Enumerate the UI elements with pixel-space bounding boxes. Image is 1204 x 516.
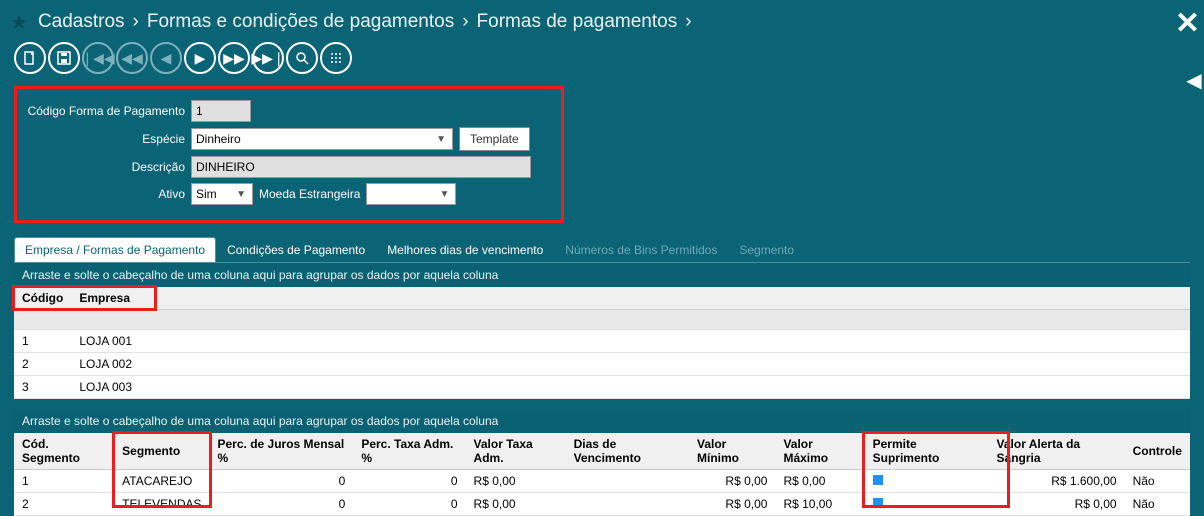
cell-diasvenc	[566, 493, 689, 516]
grid2-col-valortaxa[interactable]: Valor Taxa Adm.	[466, 433, 566, 470]
detail-tabs: Empresa / Formas de Pagamento Condições …	[14, 237, 1190, 263]
cell-taxaadm: 0	[353, 470, 465, 493]
ativo-select[interactable]: Sim ▼	[191, 183, 253, 205]
table-row[interactable]: 1 LOJA 001	[14, 330, 1190, 353]
last-button[interactable]: ▶▶❘	[252, 42, 284, 74]
especie-value: Dinheiro	[196, 132, 241, 146]
cell-valmax: R$ 10,00	[775, 493, 864, 516]
cell-empresa: LOJA 001	[71, 330, 1190, 353]
tab-empresa-formas[interactable]: Empresa / Formas de Pagamento	[14, 237, 216, 262]
checkbox-icon[interactable]	[873, 475, 883, 485]
breadcrumb: Cadastros › Formas e condições de pagame…	[38, 11, 696, 33]
chevron-down-icon: ▼	[232, 189, 250, 200]
table-row[interactable]: 1 ATACAREJO 0 0 R$ 0,00 R$ 0,00 R$ 0,00 …	[14, 470, 1190, 493]
grid2-col-juros[interactable]: Perc. de Juros Mensal %	[210, 433, 354, 470]
moeda-select[interactable]: ▼	[366, 183, 456, 205]
search-button[interactable]	[286, 42, 318, 74]
close-icon[interactable]: ✕	[1175, 6, 1200, 41]
codigo-field[interactable]	[191, 100, 251, 122]
descricao-field[interactable]	[191, 156, 531, 178]
cell-valortaxa: R$ 0,00	[466, 493, 566, 516]
tab-melhores-dias[interactable]: Melhores dias de vencimento	[376, 237, 554, 262]
grid2-col-codseg[interactable]: Cód. Segmento	[14, 433, 114, 470]
cell-codigo: 1	[14, 330, 71, 353]
cell-segmento: ATACAREJO	[114, 470, 209, 493]
cell-controle: Não	[1125, 470, 1190, 493]
especie-label: Espécie	[23, 132, 191, 146]
cell-codseg: 2	[14, 493, 114, 516]
cell-permitesup[interactable]	[865, 470, 989, 493]
record-toolbar: ❘◀◀ ◀◀ ◀ ▶ ▶▶ ▶▶❘	[0, 38, 1204, 82]
next-button[interactable]: ▶	[184, 42, 216, 74]
especie-select[interactable]: Dinheiro ▼	[191, 128, 453, 150]
chevron-down-icon: ▼	[432, 134, 450, 145]
table-row[interactable]: 2 LOJA 002	[14, 353, 1190, 376]
grid-empresas: Arraste e solte o cabeçalho de uma colun…	[14, 263, 1190, 399]
chevron-right-icon: ›	[133, 11, 139, 33]
cell-sangria: R$ 1.600,00	[989, 470, 1125, 493]
descricao-label: Descrição	[23, 160, 191, 174]
favorite-star-icon[interactable]: ★	[10, 10, 28, 35]
template-button[interactable]: Template	[459, 127, 530, 151]
cell-permitesup[interactable]	[865, 493, 989, 516]
next-page-button[interactable]: ▶▶	[218, 42, 250, 74]
tab-condicoes[interactable]: Condições de Pagamento	[216, 237, 376, 262]
form-panel: Código Forma de Pagamento Espécie Dinhei…	[14, 86, 564, 223]
table-row[interactable]: 2 TELEVENDAS 0 0 R$ 0,00 R$ 0,00 R$ 10,0…	[14, 493, 1190, 516]
chevron-down-icon: ▼	[435, 189, 453, 200]
cell-segmento: TELEVENDAS	[114, 493, 209, 516]
ativo-value: Sim	[196, 187, 217, 201]
grid2-col-segmento[interactable]: Segmento	[114, 433, 209, 470]
group-hint: Arraste e solte o cabeçalho de uma colun…	[14, 409, 1190, 433]
tab-segmento: Segmento	[728, 237, 805, 262]
cell-valmin: R$ 0,00	[689, 470, 775, 493]
grid-segmentos: Arraste e solte o cabeçalho de uma colun…	[14, 409, 1190, 516]
grid2-col-taxaadm[interactable]: Perc. Taxa Adm. %	[353, 433, 465, 470]
cell-valmax: R$ 0,00	[775, 470, 864, 493]
cell-codigo: 2	[14, 353, 71, 376]
checkbox-icon[interactable]	[873, 498, 883, 508]
cell-empresa: LOJA 002	[71, 353, 1190, 376]
cell-valortaxa: R$ 0,00	[466, 470, 566, 493]
grid1-col-empresa[interactable]: Empresa	[71, 287, 1190, 310]
cell-sangria: R$ 0,00	[989, 493, 1125, 516]
ativo-label: Ativo	[23, 187, 191, 201]
side-collapse-icon[interactable]: ◀	[1184, 60, 1204, 100]
group-hint: Arraste e solte o cabeçalho de uma colun…	[14, 263, 1190, 287]
cell-taxaadm: 0	[353, 493, 465, 516]
grid2-col-sangria[interactable]: Valor Alerta da Sangria	[989, 433, 1125, 470]
grid-view-button[interactable]	[320, 42, 352, 74]
cell-codigo: 3	[14, 376, 71, 399]
cell-diasvenc	[566, 470, 689, 493]
breadcrumb-l2[interactable]: Formas e condições de pagamentos	[147, 11, 454, 33]
breadcrumb-l1[interactable]: Cadastros	[38, 11, 125, 33]
new-button[interactable]	[14, 42, 46, 74]
cell-codseg: 1	[14, 470, 114, 493]
cell-juros: 0	[210, 493, 354, 516]
cell-juros: 0	[210, 470, 354, 493]
prev-button[interactable]: ◀	[150, 42, 182, 74]
chevron-right-icon: ›	[462, 11, 468, 33]
breadcrumb-l3[interactable]: Formas de pagamentos	[477, 11, 678, 33]
grid2-col-permitesup[interactable]: Permite Suprimento	[865, 433, 989, 470]
grid2-col-valmin[interactable]: Valor Mínimo	[689, 433, 775, 470]
grid2-header-row: Cód. Segmento Segmento Perc. de Juros Me…	[14, 433, 1190, 470]
cell-valmin: R$ 0,00	[689, 493, 775, 516]
grid1-col-codigo[interactable]: Código	[14, 287, 71, 310]
tab-bins: Números de Bins Permitidos	[554, 237, 728, 262]
cell-controle: Não	[1125, 493, 1190, 516]
moeda-label: Moeda Estrangeira	[253, 187, 366, 201]
grid2-col-diasvenc[interactable]: Dias de Vencimento	[566, 433, 689, 470]
table-row[interactable]: 3 LOJA 003	[14, 376, 1190, 399]
first-button[interactable]: ❘◀◀	[82, 42, 114, 74]
grid1-header-row: Código Empresa	[14, 287, 1190, 310]
codigo-label: Código Forma de Pagamento	[23, 104, 191, 118]
prev-page-button[interactable]: ◀◀	[116, 42, 148, 74]
chevron-right-icon: ›	[685, 11, 691, 33]
grid2-col-valmax[interactable]: Valor Máximo	[775, 433, 864, 470]
cell-empresa: LOJA 003	[71, 376, 1190, 399]
save-button[interactable]	[48, 42, 80, 74]
grid2-col-controle[interactable]: Controle	[1125, 433, 1190, 470]
